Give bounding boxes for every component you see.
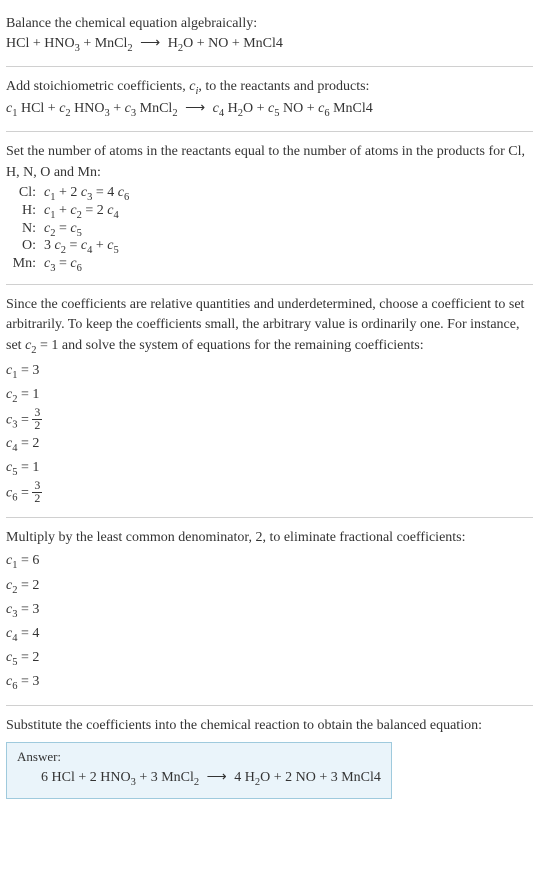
atoms-eq: c1 + c2 = 2 c4 (44, 203, 129, 221)
atoms-label: N: (6, 221, 44, 239)
divider (6, 705, 533, 706)
intro-equation: HCl + HNO3 + MnCl2 ⟶ H2O + NO + MnCl4 (6, 34, 533, 56)
divider (6, 66, 533, 67)
atoms-label: Mn: (6, 256, 44, 274)
divider (6, 131, 533, 132)
document-root: Balance the chemical equation algebraica… (0, 0, 539, 813)
coeff-row: c3 = 32 (6, 408, 533, 434)
coeff-val: 2 (32, 650, 39, 665)
coeff-row: c2 = 1 (6, 384, 533, 408)
coeff-val: 4 (32, 626, 39, 641)
intro-title: Balance the chemical equation algebraica… (6, 14, 533, 34)
coeff-row: c6 = 3 (6, 671, 533, 695)
multiply-coeffs: c1 = 6 c2 = 2 c3 = 3 c4 = 4 c5 = 2 c6 = … (6, 550, 533, 694)
substitute-text: Substitute the coefficients into the che… (6, 716, 533, 736)
coeff-row: c5 = 2 (6, 647, 533, 671)
choose-section: Since the coefficients are relative quan… (6, 289, 533, 513)
atoms-eq: 3 c2 = c4 + c5 (44, 238, 129, 256)
answer-equation: 6 HCl + 2 HNO3 + 3 MnCl2 ⟶ 4 H2O + 2 NO … (17, 769, 381, 788)
coeff-row: c4 = 4 (6, 623, 533, 647)
atoms-eq: c3 = c6 (44, 256, 129, 274)
answer-label: Answer: (17, 749, 381, 765)
multiply-section: Multiply by the least common denominator… (6, 522, 533, 701)
atoms-row: O: 3 c2 = c4 + c5 (6, 238, 129, 256)
atoms-row: N: c2 = c5 (6, 221, 129, 239)
atoms-label: Cl: (6, 185, 44, 203)
atoms-table: Cl: c1 + 2 c3 = 4 c6 H: c1 + c2 = 2 c4 N… (6, 185, 129, 274)
stoich-equation: c1 HCl + c2 HNO3 + c3 MnCl2 ⟶ c4 H2O + c… (6, 99, 533, 121)
divider (6, 517, 533, 518)
atoms-section: Set the number of atoms in the reactants… (6, 136, 533, 280)
coeff-row: c6 = 32 (6, 481, 533, 507)
coeff-val: 2 (32, 578, 39, 593)
answer-box: Answer: 6 HCl + 2 HNO3 + 3 MnCl2 ⟶ 4 H2O… (6, 742, 392, 799)
atoms-row: Mn: c3 = c6 (6, 256, 129, 274)
substitute-section: Substitute the coefficients into the che… (6, 710, 533, 805)
coeff-row: c5 = 1 (6, 457, 533, 481)
coeff-row: c2 = 2 (6, 575, 533, 599)
choose-text: Since the coefficients are relative quan… (6, 295, 533, 358)
atoms-eq: c2 = c5 (44, 221, 129, 239)
atoms-row: Cl: c1 + 2 c3 = 4 c6 (6, 185, 129, 203)
coeff-val: 3 (32, 602, 39, 617)
choose-coeffs: c1 = 3 c2 = 1 c3 = 32 c4 = 2 c5 = 1 c6 =… (6, 360, 533, 508)
atoms-eq: c1 + 2 c3 = 4 c6 (44, 185, 129, 203)
coeff-row: c1 = 3 (6, 360, 533, 384)
stoich-section: Add stoichiometric coefficients, ci, to … (6, 71, 533, 127)
coeff-row: c1 = 6 (6, 550, 533, 574)
coeff-val: 6 (32, 553, 39, 568)
coeff-row: c3 = 3 (6, 599, 533, 623)
atoms-label: O: (6, 238, 44, 256)
coeff-row: c4 = 2 (6, 433, 533, 457)
divider (6, 284, 533, 285)
atoms-row: H: c1 + c2 = 2 c4 (6, 203, 129, 221)
intro-section: Balance the chemical equation algebraica… (6, 8, 533, 62)
atoms-label: H: (6, 203, 44, 221)
stoich-text: Add stoichiometric coefficients, ci, to … (6, 77, 533, 99)
stoich-text-after: , to the reactants and products: (198, 79, 369, 94)
multiply-text: Multiply by the least common denominator… (6, 528, 533, 548)
stoich-text-before: Add stoichiometric coefficients, (6, 79, 189, 94)
atoms-text: Set the number of atoms in the reactants… (6, 142, 533, 183)
coeff-val: 3 (32, 674, 39, 689)
